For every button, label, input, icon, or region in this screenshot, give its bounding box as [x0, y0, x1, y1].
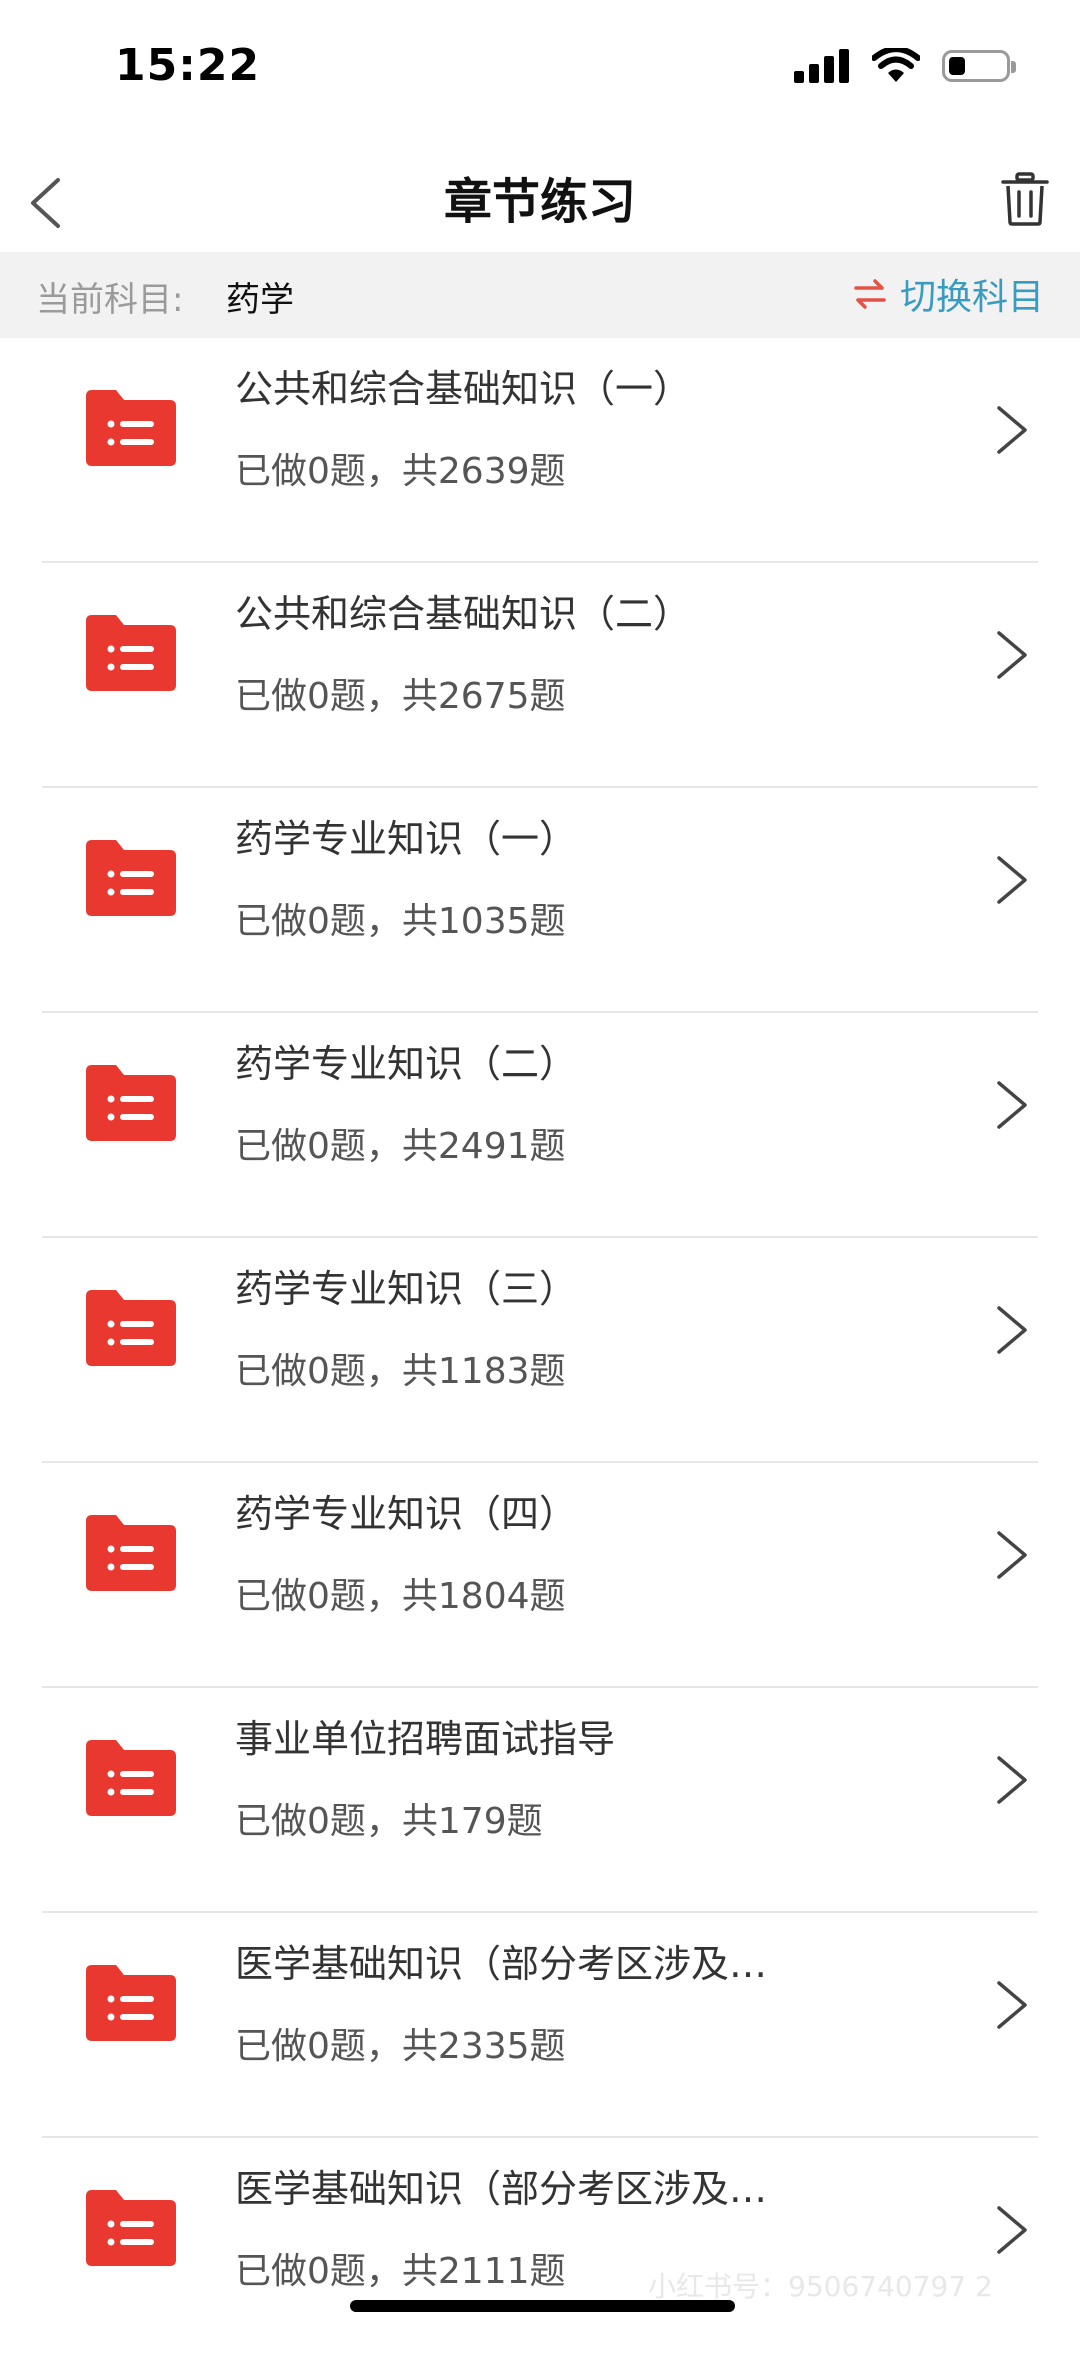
wifi-icon — [872, 48, 920, 82]
folder-list-icon — [86, 2190, 176, 2266]
chevron-right-icon — [997, 1756, 1027, 1804]
chapter-progress: 已做0题，共1035题 — [235, 901, 566, 942]
chapter-title: 药学专业知识（三） — [235, 1267, 578, 1311]
status-icons — [794, 48, 1016, 84]
chapter-item[interactable]: 公共和综合基础知识（二） 已做0题，共2675题 — [0, 563, 1080, 788]
chevron-right-icon — [997, 406, 1027, 454]
folder-list-icon — [86, 390, 176, 466]
chapter-title: 药学专业知识（二） — [235, 1042, 578, 1086]
folder-list-icon — [86, 1740, 176, 1816]
chevron-right-icon — [997, 1306, 1027, 1354]
status-bar: 15:22 — [0, 0, 1080, 150]
trash-icon — [1001, 172, 1049, 226]
home-indicator[interactable] — [350, 2300, 735, 2312]
subject-label: 当前科目: — [36, 280, 184, 320]
page-title: 章节练习 — [443, 174, 636, 230]
watermark: 小红书号：9506740797 2 — [648, 2270, 993, 2303]
swap-arrows-icon — [854, 279, 886, 309]
chapter-item[interactable]: 药学专业知识（一） 已做0题，共1035题 — [0, 788, 1080, 1013]
folder-list-icon — [86, 615, 176, 691]
subject-bar: 当前科目: 药学 切换科目 — [0, 252, 1080, 338]
chapter-item[interactable]: 药学专业知识（三） 已做0题，共1183题 — [0, 1238, 1080, 1463]
chapter-progress: 已做0题，共2675题 — [235, 676, 566, 717]
chapter-item[interactable]: 公共和综合基础知识（一） 已做0题，共2639题 — [0, 338, 1080, 563]
chapter-item[interactable]: 医学基础知识（部分考区涉及… 已做0题，共2111题 — [0, 2138, 1080, 2363]
chevron-right-icon — [997, 856, 1027, 904]
chapter-progress: 已做0题，共179题 — [235, 1801, 543, 1842]
chapter-title: 药学专业知识（一） — [235, 817, 578, 861]
nav-bar: 章节练习 — [0, 150, 1080, 252]
folder-list-icon — [86, 1290, 176, 1366]
delete-button[interactable] — [990, 164, 1060, 234]
chapter-progress: 已做0题，共2491题 — [235, 1126, 566, 1167]
battery-level — [949, 57, 965, 75]
chapter-title: 医学基础知识（部分考区涉及… — [235, 2167, 768, 2211]
chapter-item[interactable]: 药学专业知识（二） 已做0题，共2491题 — [0, 1013, 1080, 1238]
chapter-progress: 已做0题，共2639题 — [235, 451, 566, 492]
chapter-progress: 已做0题，共2111题 — [235, 2251, 566, 2292]
cellular-signal-icon — [794, 49, 849, 83]
folder-list-icon — [86, 1965, 176, 2041]
switch-subject-button[interactable]: 切换科目 — [854, 268, 1044, 320]
chapter-progress: 已做0题，共1804题 — [235, 1576, 566, 1617]
chevron-right-icon — [997, 2206, 1027, 2254]
chapter-list: 公共和综合基础知识（一） 已做0题，共2639题 公共和综合基础知识（二） 已做… — [0, 338, 1080, 2363]
chapter-title: 药学专业知识（四） — [235, 1492, 578, 1536]
folder-list-icon — [86, 1065, 176, 1141]
chevron-right-icon — [997, 1081, 1027, 1129]
status-time: 15:22 — [115, 40, 261, 91]
chapter-progress: 已做0题，共2335题 — [235, 2026, 566, 2067]
chapter-title: 事业单位招聘面试指导 — [235, 1717, 616, 1761]
chapter-item[interactable]: 医学基础知识（部分考区涉及… 已做0题，共2335题 — [0, 1913, 1080, 2138]
chapter-title: 公共和综合基础知识（一） — [235, 367, 692, 411]
switch-subject-label: 切换科目 — [899, 277, 1044, 318]
subject-value: 药学 — [226, 280, 294, 320]
folder-list-icon — [86, 840, 176, 916]
chapter-item[interactable]: 药学专业知识（四） 已做0题，共1804题 — [0, 1463, 1080, 1688]
chapter-item[interactable]: 事业单位招聘面试指导 已做0题，共179题 — [0, 1688, 1080, 1913]
folder-list-icon — [86, 1515, 176, 1591]
chapter-title: 医学基础知识（部分考区涉及… — [235, 1942, 768, 1986]
chapter-progress: 已做0题，共1183题 — [235, 1351, 566, 1392]
battery-icon — [942, 50, 1016, 82]
chapter-title: 公共和综合基础知识（二） — [235, 592, 692, 636]
chevron-right-icon — [997, 1981, 1027, 2029]
chevron-right-icon — [997, 1531, 1027, 1579]
chevron-right-icon — [997, 631, 1027, 679]
